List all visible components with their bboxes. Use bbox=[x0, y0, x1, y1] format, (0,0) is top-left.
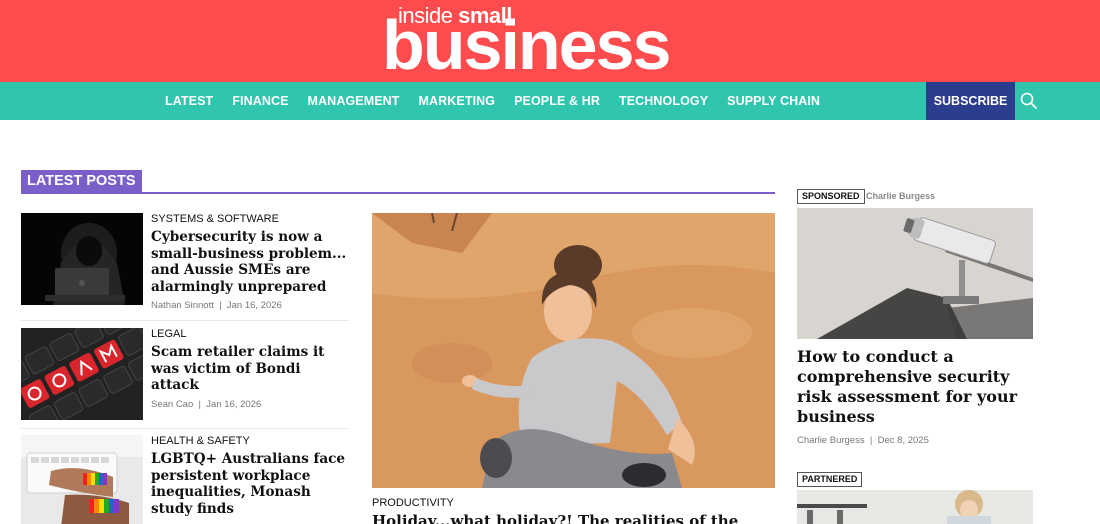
divider bbox=[21, 320, 349, 321]
nav-item-latest[interactable]: LATEST bbox=[165, 94, 213, 108]
post-category[interactable]: SYSTEMS & SOFTWARE bbox=[151, 213, 349, 226]
latest-posts-heading: LATEST POSTS bbox=[21, 170, 775, 194]
post-meta: Nathan Sinnott | Jan 16, 2026 bbox=[151, 300, 282, 311]
nav-item-people-hr[interactable]: PEOPLE & HR bbox=[514, 94, 600, 108]
nav-item-management[interactable]: MANAGEMENT bbox=[308, 94, 400, 108]
partnered-post-image[interactable] bbox=[797, 490, 1033, 524]
nav-item-supply-chain[interactable]: SUPPLY CHAIN bbox=[727, 94, 820, 108]
post-meta: Sean Cao | Jan 16, 2026 bbox=[151, 398, 262, 410]
sponsored-badge: SPONSORED bbox=[797, 189, 865, 204]
featured-post-title[interactable]: Holiday...what holiday?! The realities o… bbox=[372, 512, 782, 524]
sponsored-post-title[interactable]: How to conduct a comprehensive security … bbox=[797, 347, 1037, 427]
post-title[interactable]: LGBTQ+ Australians face persistent workp… bbox=[151, 451, 349, 517]
divider bbox=[21, 428, 349, 429]
post-meta: Charlie Burgess | Dec 8, 2025 bbox=[797, 435, 929, 446]
featured-post-image[interactable] bbox=[372, 213, 775, 488]
nav-item-marketing[interactable]: MARKETING bbox=[419, 94, 496, 108]
post-author[interactable]: Charlie Burgess bbox=[797, 435, 865, 446]
list-item[interactable]: LEGAL Scam retailer claims it was victim… bbox=[21, 328, 349, 420]
post-title[interactable]: Scam retailer claims it was victim of Bo… bbox=[151, 344, 349, 394]
post-category[interactable]: LEGAL bbox=[151, 328, 349, 341]
search-icon[interactable] bbox=[1018, 90, 1040, 112]
list-item[interactable]: HEALTH & SAFETY LGBTQ+ Australians face … bbox=[21, 435, 349, 524]
post-title[interactable]: Cybersecurity is now a small-business pr… bbox=[151, 229, 349, 295]
logo-wordmark: business bbox=[382, 6, 671, 84]
sponsored-post-image[interactable] bbox=[797, 208, 1033, 339]
site-header: inside small business bbox=[0, 0, 1100, 82]
post-date: Jan 16, 2026 bbox=[206, 398, 262, 410]
partnered-badge: PARTNERED bbox=[797, 472, 863, 487]
post-thumbnail-rainbow-keyboard[interactable] bbox=[21, 435, 143, 524]
post-thumbnail-scam-keyboard[interactable] bbox=[21, 328, 143, 420]
sponsor-author[interactable]: Charlie Burgess bbox=[866, 191, 935, 201]
nav-item-technology[interactable]: TECHNOLOGY bbox=[619, 94, 708, 108]
main-nav: LATEST FINANCE MANAGEMENT MARKETING PEOP… bbox=[0, 82, 1100, 120]
list-item[interactable]: SYSTEMS & SOFTWARE Cybersecurity is now … bbox=[21, 213, 349, 318]
subscribe-button[interactable]: SUBSCRIBE bbox=[926, 82, 1015, 120]
post-thumbnail-hacker[interactable] bbox=[21, 213, 143, 305]
featured-post-category[interactable]: PRODUCTIVITY bbox=[372, 497, 454, 509]
nav-item-finance[interactable]: FINANCE bbox=[232, 94, 288, 108]
post-date: Jan 16, 2026 bbox=[226, 300, 282, 311]
post-author[interactable]: Nathan Sinnott bbox=[151, 300, 214, 311]
post-date: Dec 8, 2025 bbox=[877, 435, 929, 446]
post-category[interactable]: HEALTH & SAFETY bbox=[151, 435, 349, 448]
post-author[interactable]: Sean Cao bbox=[151, 399, 193, 410]
site-logo[interactable]: inside small business bbox=[382, 2, 682, 81]
section-title: LATEST POSTS bbox=[21, 170, 142, 192]
